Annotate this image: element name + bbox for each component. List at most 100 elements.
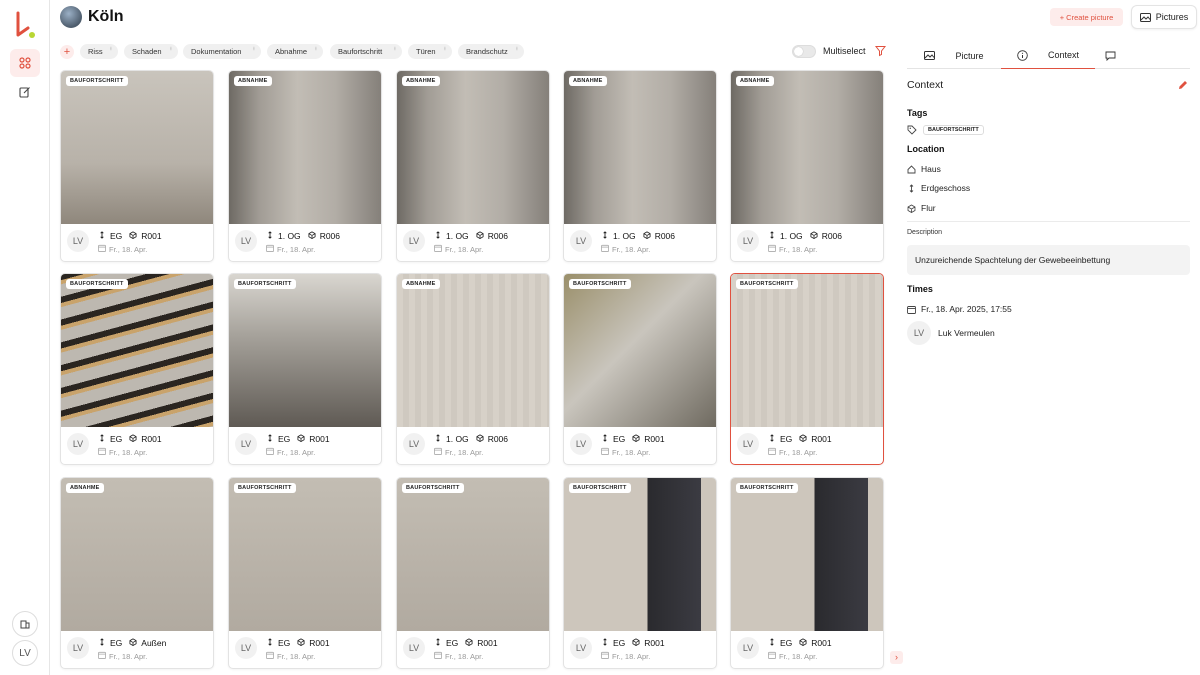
calendar-icon — [434, 447, 442, 457]
location-building: Haus — [907, 164, 941, 174]
filter-chip[interactable]: Baufortschritt ··· — [330, 44, 402, 59]
filter-chip[interactable]: Schaden ··· — [124, 44, 178, 59]
filter-chip[interactable]: Brandschutz ··· — [458, 44, 524, 59]
date-label: Fr., 18. Apr. — [779, 244, 818, 254]
floor-label: EG — [278, 434, 291, 444]
create-picture-button[interactable]: + Create picture — [1050, 8, 1123, 26]
picture-card[interactable]: BAUFORTSCHRITT LV EG R001 Fr., 18. Apr. — [228, 273, 382, 465]
project-avatar — [60, 6, 82, 28]
card-location: EG R001 — [768, 638, 832, 648]
date-label: Fr., 18. Apr. — [109, 447, 148, 457]
user-avatar[interactable]: LV — [12, 640, 38, 666]
cube-icon — [129, 638, 137, 648]
more-options-icon[interactable]: ··· — [513, 46, 520, 50]
picture-card[interactable]: BAUFORTSCHRITT LV EG R001 Fr., 18. Apr. — [228, 477, 382, 669]
picture-card[interactable]: BAUFORTSCHRITT LV EG R001 Fr., 18. Apr. — [60, 70, 214, 262]
tab-context[interactable]: Context — [1001, 42, 1095, 69]
room-label: R001 — [141, 231, 162, 241]
more-options-icon[interactable]: ··· — [107, 46, 114, 50]
date-label: Fr., 18. Apr. — [109, 244, 148, 254]
calendar-icon — [98, 447, 106, 457]
card-location: 1. OG R006 — [266, 231, 340, 241]
room-label: R001 — [309, 638, 330, 648]
tags-heading: Tags — [907, 108, 928, 118]
floor-icon — [266, 434, 274, 444]
filter-chip-label: Baufortschritt — [338, 47, 383, 56]
image-icon — [924, 51, 936, 60]
picture-card[interactable]: ABNAHME LV 1. OG R006 Fr., 18. Apr. — [730, 70, 884, 262]
building-icon — [20, 620, 30, 629]
app-logo[interactable] — [12, 10, 38, 40]
timestamp: Fr., 18. Apr. 2025, 17:55 — [921, 304, 1012, 314]
more-options-icon[interactable]: ··· — [312, 46, 319, 50]
picture-card[interactable]: BAUFORTSCHRITT LV EG R001 Fr., 18. Apr. — [563, 273, 717, 465]
picture-card[interactable]: ABNAHME LV 1. OG R006 Fr., 18. Apr. — [563, 70, 717, 262]
filter-chip-label: Abnahme — [275, 47, 308, 56]
room-label: R006 — [487, 231, 509, 241]
picture-card[interactable]: ABNAHME LV EG Außen Fr., 18. Apr. — [60, 477, 214, 669]
picture-thumbnail — [564, 478, 716, 631]
nav-buildings-button[interactable] — [12, 611, 38, 637]
calendar-icon — [98, 651, 106, 661]
picture-card[interactable]: ABNAHME LV 1. OG R006 Fr., 18. Apr. — [228, 70, 382, 262]
card-date: Fr., 18. Apr. — [266, 651, 315, 661]
date-label: Fr., 18. Apr. — [779, 447, 818, 457]
author-avatar: LV — [235, 433, 257, 455]
more-options-icon[interactable]: ··· — [250, 46, 257, 50]
picture-thumbnail — [61, 274, 213, 427]
picture-thumbnail — [229, 71, 381, 224]
cube-icon — [129, 231, 137, 241]
picture-card[interactable]: BAUFORTSCHRITT LV EG R001 Fr., 18. Apr. — [730, 477, 884, 669]
more-options-icon[interactable]: ··· — [167, 46, 174, 50]
filter-chip[interactable]: Riss ··· — [80, 44, 118, 59]
room-label: R001 — [644, 638, 665, 648]
category-badge: BAUFORTSCHRITT — [569, 483, 631, 493]
author-avatar: LV — [403, 230, 425, 252]
cube-icon — [799, 434, 807, 444]
picture-card[interactable]: BAUFORTSCHRITT LV EG R001 Fr., 18. Apr. — [60, 273, 214, 465]
tab-picture[interactable]: Picture — [907, 42, 1001, 69]
page-title: Köln — [88, 8, 124, 25]
times-heading: Times — [907, 284, 933, 294]
card-location: EG R001 — [601, 434, 665, 444]
filter-chip[interactable]: Dokumentation ··· — [183, 44, 261, 59]
category-badge: BAUFORTSCHRITT — [736, 279, 798, 289]
tag-row: BAUFORTSCHRITT — [907, 125, 984, 135]
filter-chip[interactable]: Türen ··· — [408, 44, 452, 59]
add-filter-button[interactable]: + — [60, 45, 74, 59]
pictures-button[interactable]: Pictures — [1131, 5, 1197, 29]
more-options-icon[interactable]: ··· — [391, 46, 398, 50]
card-date: Fr., 18. Apr. — [434, 244, 483, 254]
picture-card[interactable]: ABNAHME LV 1. OG R006 Fr., 18. Apr. — [396, 273, 550, 465]
room-label: R001 — [309, 434, 330, 444]
picture-card[interactable]: BAUFORTSCHRITT LV EG R001 Fr., 18. Apr. — [396, 477, 550, 669]
card-location: EG R001 — [98, 434, 162, 444]
author-avatar: LV — [403, 433, 425, 455]
pencil-icon[interactable] — [1177, 79, 1189, 91]
tab-comments[interactable] — [1095, 42, 1125, 69]
toggle-knob — [794, 47, 803, 56]
calendar-icon — [768, 651, 776, 661]
cube-icon — [632, 638, 640, 648]
card-date: Fr., 18. Apr. — [98, 651, 147, 661]
author-avatar: LV — [403, 637, 425, 659]
nav-gallery-button[interactable] — [10, 49, 40, 77]
filter-icon[interactable] — [874, 44, 887, 57]
room-label: R001 — [477, 638, 498, 648]
filter-chip[interactable]: Abnahme ··· — [267, 44, 323, 59]
picture-thumbnail — [731, 71, 883, 224]
multiselect-toggle[interactable] — [792, 45, 816, 58]
tag-pill[interactable]: BAUFORTSCHRITT — [923, 125, 984, 135]
picture-card[interactable]: BAUFORTSCHRITT LV EG R001 Fr., 18. Apr. — [730, 273, 884, 465]
description-field[interactable]: Unzureichende Spachtelung der Gewebeeinb… — [907, 245, 1190, 275]
floor-icon — [266, 638, 274, 648]
timestamp-row: Fr., 18. Apr. 2025, 17:55 — [907, 304, 1012, 314]
nav-edit-button[interactable] — [10, 78, 40, 106]
more-options-icon[interactable]: ··· — [441, 46, 448, 50]
cube-icon — [129, 434, 137, 444]
floor-icon — [601, 434, 609, 444]
picture-card[interactable]: ABNAHME LV 1. OG R006 Fr., 18. Apr. — [396, 70, 550, 262]
collapse-panel-button[interactable]: › — [890, 651, 903, 664]
multiselect-label: Multiselect — [823, 46, 866, 56]
picture-card[interactable]: BAUFORTSCHRITT LV EG R001 Fr., 18. Apr. — [563, 477, 717, 669]
